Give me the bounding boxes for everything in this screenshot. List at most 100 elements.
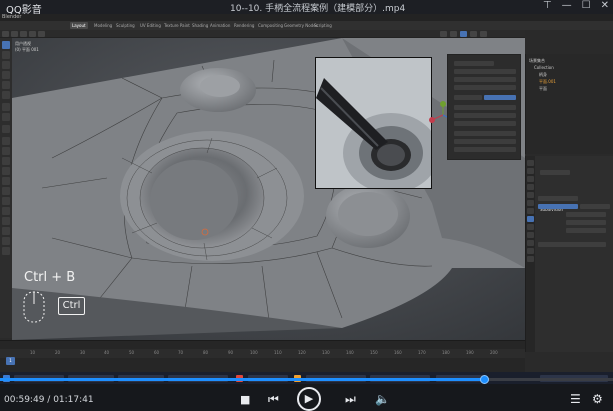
material-props-icon[interactable] — [527, 256, 534, 262]
editor-type-button[interactable] — [2, 31, 9, 37]
rotate-tool-icon[interactable] — [2, 71, 10, 79]
outliner-collection[interactable]: Collection — [534, 65, 554, 70]
viewport-object-label: (0) 平面 001 — [15, 47, 39, 52]
tab-scripting[interactable]: Scripting — [312, 22, 334, 29]
mode-button[interactable] — [11, 31, 18, 37]
world-props-icon[interactable] — [527, 200, 534, 206]
video-frame[interactable]: Blender Layout Modeling Sculpting UV Edi… — [0, 14, 613, 386]
frame-label: 140 — [346, 350, 354, 355]
optimal-display-field[interactable] — [566, 228, 606, 233]
np-field[interactable] — [454, 77, 516, 82]
advanced-panel[interactable] — [538, 242, 606, 247]
np-field[interactable] — [454, 121, 516, 126]
catmull-clark-button[interactable] — [538, 204, 578, 209]
tab-texture-paint[interactable]: Texture Paint — [162, 22, 192, 29]
transform-tool-icon[interactable] — [2, 91, 10, 99]
outliner-object-active[interactable]: 平面.001 — [539, 79, 556, 84]
rip-tool-icon[interactable] — [2, 247, 10, 255]
scale-tool-icon[interactable] — [2, 81, 10, 89]
np-field[interactable] — [454, 85, 516, 90]
np-field[interactable] — [454, 139, 516, 144]
inset-tool-icon[interactable] — [2, 147, 10, 155]
edge-slide-tool-icon[interactable] — [2, 217, 10, 225]
render-levels-field[interactable] — [566, 220, 606, 225]
keystroke-key: Ctrl — [58, 297, 85, 315]
tab-modeling[interactable]: Modeling — [92, 22, 114, 29]
np-field[interactable] — [454, 147, 516, 152]
total-time: 01:17:41 — [53, 395, 94, 405]
np-toggle-active[interactable] — [484, 95, 516, 100]
seek-bar[interactable] — [0, 375, 613, 384]
physics-props-icon[interactable] — [527, 232, 534, 238]
tab-animation[interactable]: Animation — [208, 22, 232, 29]
tab-rendering[interactable]: Rendering — [232, 22, 256, 29]
np-field[interactable] — [454, 105, 516, 110]
player-controls: 00:59:49 / 01:17:41 ■ ⏮ ▶ ⏭ 🔈 ☰ ⚙ — [0, 384, 613, 411]
tab-sculpting[interactable]: Sculpting — [114, 22, 137, 29]
material-shading-button[interactable] — [470, 31, 477, 37]
stop-icon[interactable]: ■ — [240, 393, 250, 406]
measure-tool-icon[interactable] — [2, 113, 10, 121]
minimize-icon[interactable]: — — [562, 0, 572, 11]
spin-tool-icon[interactable] — [2, 197, 10, 205]
tool-props-icon[interactable] — [527, 160, 534, 166]
vertex-select-button[interactable] — [20, 31, 27, 37]
maximize-icon[interactable]: ☐ — [582, 0, 591, 11]
volume-icon[interactable]: 🔈 — [375, 392, 390, 406]
np-field[interactable] — [454, 69, 516, 74]
xray-button[interactable] — [450, 31, 457, 37]
np-field[interactable] — [454, 131, 516, 136]
settings-icon[interactable]: ⚙ — [592, 392, 603, 406]
np-field[interactable] — [454, 61, 494, 66]
cursor-tool-icon[interactable] — [2, 51, 10, 59]
data-props-icon[interactable] — [527, 248, 534, 254]
current-frame-indicator[interactable]: 1 — [6, 357, 15, 365]
simple-button[interactable] — [580, 204, 610, 209]
render-props-icon[interactable] — [527, 168, 534, 174]
frame-label: 190 — [466, 350, 474, 355]
bevel-tool-icon[interactable] — [2, 157, 10, 165]
frame-label: 160 — [394, 350, 402, 355]
move-tool-icon[interactable] — [2, 61, 10, 69]
output-props-icon[interactable] — [527, 176, 534, 182]
knife-tool-icon[interactable] — [2, 177, 10, 185]
view-layer-props-icon[interactable] — [527, 184, 534, 190]
select-box-tool-icon[interactable] — [2, 41, 10, 49]
timeline-ruler[interactable]: 1 10 20 30 40 50 60 70 80 90 100 110 120… — [0, 349, 525, 365]
playlist-icon[interactable]: ☰ — [570, 392, 581, 406]
np-field[interactable] — [454, 113, 516, 118]
modifier-props-icon[interactable] — [527, 216, 534, 222]
modifier-name-field[interactable]: Subdivision — [538, 196, 578, 212]
scene-props-icon[interactable] — [527, 192, 534, 198]
shrink-tool-icon[interactable] — [2, 227, 10, 235]
edge-select-button[interactable] — [29, 31, 36, 37]
frame-label: 50 — [129, 350, 135, 355]
close-icon[interactable]: ✕ — [601, 0, 609, 11]
shear-tool-icon[interactable] — [2, 237, 10, 245]
render-shading-button[interactable] — [480, 31, 487, 37]
properties-tabs — [526, 156, 535, 352]
outliner-object[interactable]: 柄身 — [539, 72, 547, 77]
object-props-icon[interactable] — [527, 208, 534, 214]
annotate-tool-icon[interactable] — [2, 103, 10, 111]
play-icon[interactable]: ▶ — [297, 387, 321, 411]
face-select-button[interactable] — [38, 31, 45, 37]
solid-shading-button[interactable] — [460, 31, 467, 37]
smooth-tool-icon[interactable] — [2, 207, 10, 215]
levels-viewport-field[interactable] — [566, 212, 606, 217]
pin-icon[interactable]: ⊤ — [543, 0, 552, 11]
outliner-object[interactable]: 平面 — [539, 86, 547, 91]
np-toggle[interactable] — [454, 95, 482, 100]
overlay-button[interactable] — [440, 31, 447, 37]
add-cube-tool-icon[interactable] — [2, 125, 10, 133]
extrude-tool-icon[interactable] — [2, 137, 10, 145]
tab-compositing[interactable]: Compositing — [256, 22, 285, 29]
poly-build-tool-icon[interactable] — [2, 187, 10, 195]
tab-uv-editing[interactable]: UV Editing — [138, 22, 163, 29]
constraints-props-icon[interactable] — [527, 240, 534, 246]
loop-cut-tool-icon[interactable] — [2, 167, 10, 175]
particles-props-icon[interactable] — [527, 224, 534, 230]
outliner-scene-collection[interactable]: 场景集合 — [529, 58, 545, 63]
object-name-field[interactable] — [540, 170, 570, 175]
tab-layout[interactable]: Layout — [70, 22, 88, 29]
